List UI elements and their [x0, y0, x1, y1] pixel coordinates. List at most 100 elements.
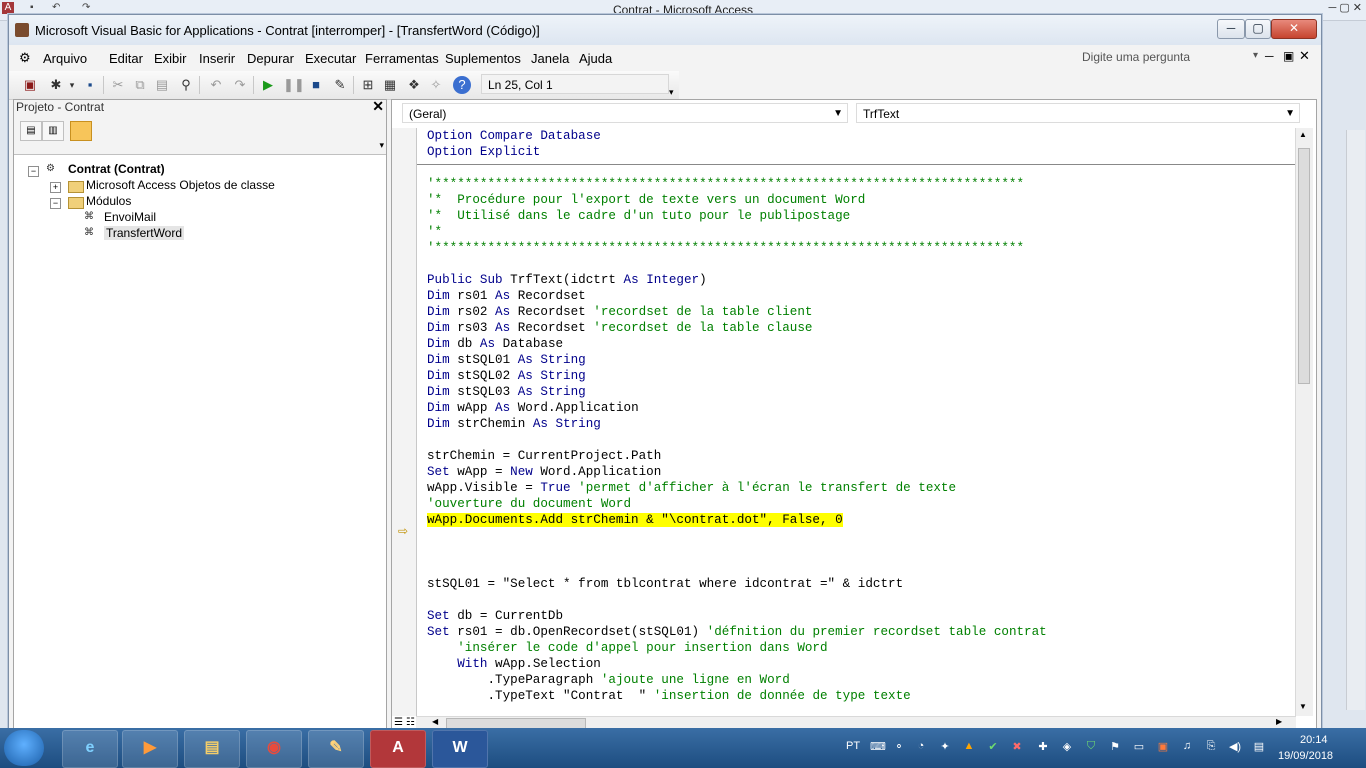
maximize-button[interactable]: ▢	[1245, 19, 1271, 39]
scroll-down-icon[interactable]: ▼	[1299, 702, 1307, 711]
run-icon[interactable]: ▶	[259, 76, 277, 94]
code-line[interactable]: '***************************************…	[427, 240, 1024, 256]
chevron-down-icon[interactable]: ▾	[1253, 50, 1258, 61]
code-line[interactable]: Set db = CurrentDb	[427, 608, 563, 624]
code-line[interactable]: .TypeParagraph 'ajoute une ligne en Word	[427, 672, 789, 688]
toolbar-options-icon[interactable]: ▾	[669, 87, 674, 98]
code-editor[interactable]: Option Compare Database Option Explicit '*…	[417, 128, 1295, 716]
menu-depurar[interactable]: Depurar	[247, 51, 294, 66]
expand-icon[interactable]: +	[50, 182, 61, 193]
copy-icon[interactable]: ⧉	[131, 76, 149, 94]
code-line[interactable]: Public Sub TrfText(idctrt As Integer)	[427, 272, 707, 288]
menu-suplementos[interactable]: Suplementos	[445, 51, 521, 66]
tray-app-icon[interactable]: ⚑	[1108, 740, 1122, 754]
module-view-icon[interactable]: ☷	[406, 717, 415, 728]
cut-icon[interactable]: ✂	[109, 76, 127, 94]
menu-inserir[interactable]: Inserir	[199, 51, 235, 66]
tray-app-icon[interactable]: ▭	[1132, 740, 1146, 754]
tray-app-icon[interactable]: ✚	[1036, 740, 1050, 754]
tray-app-icon[interactable]: ◈	[1060, 740, 1074, 754]
code-line[interactable]: Dim stSQL03 As String	[427, 384, 586, 400]
collapse-icon[interactable]: −	[28, 166, 39, 177]
code-line[interactable]: stSQL01 = "Select * from tblcontrat wher…	[427, 576, 903, 592]
collapse-icon[interactable]: −	[50, 198, 61, 209]
tray-app-icon[interactable]: ▤	[1252, 740, 1266, 754]
code-line[interactable]: Dim db As Database	[427, 336, 563, 352]
code-line[interactable]: .TypeText "Contrat " 'insertion de donné…	[427, 688, 910, 704]
menu-executar[interactable]: Executar	[305, 51, 356, 66]
toolbox-icon[interactable]: ✧	[427, 76, 445, 94]
code-line[interactable]: Option Explicit	[427, 144, 540, 160]
menu-janela[interactable]: Janela	[531, 51, 569, 66]
help-question-input[interactable]: Digite uma pergunta ▾	[1081, 49, 1261, 69]
code-line[interactable]: Dim rs03 As Recordset 'recordset de la t…	[427, 320, 812, 336]
scroll-up-icon[interactable]: ▲	[1299, 130, 1307, 139]
taskbar-media[interactable]: ▶	[122, 730, 178, 768]
save-icon[interactable]: ▪	[81, 76, 99, 94]
project-explorer-icon[interactable]: ⊞	[359, 76, 377, 94]
properties-icon[interactable]: ▦	[381, 76, 399, 94]
taskbar-word[interactable]: W	[432, 730, 488, 768]
view-access-icon[interactable]: ▣	[21, 76, 39, 94]
chevron-down-icon[interactable]: ▾	[63, 76, 81, 94]
taskbar-explorer[interactable]: ▤	[184, 730, 240, 768]
scroll-right-icon[interactable]: ▶	[1276, 717, 1282, 726]
tray-audio-app-icon[interactable]: ♫	[1180, 740, 1194, 754]
access-scrollbar[interactable]	[1346, 130, 1365, 710]
wifi-icon[interactable]: ◔	[914, 740, 928, 754]
taskbar-internet-explorer[interactable]: e	[62, 730, 118, 768]
start-button[interactable]	[4, 730, 44, 766]
volume-icon[interactable]: ◀)	[1228, 740, 1242, 754]
paste-icon[interactable]: ▤	[153, 76, 171, 94]
close-icon[interactable]: ✕	[372, 98, 384, 115]
code-line[interactable]: Option Compare Database	[427, 128, 601, 144]
code-line[interactable]: Dim stSQL01 As String	[427, 352, 586, 368]
code-line[interactable]: Set rs01 = db.OpenRecordset(stSQL01) 'dé…	[427, 624, 1047, 640]
tray-shield-icon[interactable]: ⛉	[1084, 740, 1098, 754]
tray-app-icon[interactable]: ▲	[962, 740, 976, 754]
chevron-down-icon[interactable]: ▼	[833, 104, 843, 124]
design-mode-icon[interactable]: ✎	[331, 76, 349, 94]
network-icon[interactable]: ⚬	[892, 740, 906, 754]
code-line[interactable]: 'ouverture du document Word	[427, 496, 631, 512]
child-close-icon[interactable]: ✕	[1299, 48, 1310, 64]
tray-app-icon[interactable]: ✖	[1010, 740, 1024, 754]
object-combo[interactable]: (Geral) ▼	[402, 103, 848, 123]
menu-arquivo[interactable]: Arquivo	[43, 51, 87, 66]
margin-indicator-bar[interactable]: ⇨	[392, 128, 417, 716]
access-window-controls[interactable]: ─ ▢ ✕	[1328, 1, 1362, 14]
menu-ferramentas[interactable]: Ferramentas	[365, 51, 439, 66]
code-line[interactable]: Dim stSQL02 As String	[427, 368, 586, 384]
tray-check-icon[interactable]: ✔	[986, 740, 1000, 754]
find-icon[interactable]: ⚲	[177, 76, 195, 94]
scroll-left-icon[interactable]: ◀	[432, 717, 438, 726]
redo-icon[interactable]: ↷	[231, 76, 249, 94]
taskbar-paint[interactable]: ✎	[308, 730, 364, 768]
view-code-icon[interactable]: ▤	[20, 121, 42, 141]
help-icon[interactable]: ?	[453, 76, 471, 94]
menu-ajuda[interactable]: Ajuda	[579, 51, 612, 66]
minimize-button[interactable]: ─	[1217, 19, 1245, 39]
procedure-view-icon[interactable]: ☰	[394, 717, 403, 728]
clock-date[interactable]: 19/09/2018	[1278, 750, 1333, 762]
stop-icon[interactable]: ■	[307, 76, 325, 94]
procedure-combo[interactable]: TrfText ▼	[856, 103, 1300, 123]
code-line[interactable]: '* Utilisé dans le cadre d'un tuto pour …	[427, 208, 850, 224]
child-restore-icon[interactable]: ▣	[1283, 49, 1294, 63]
vertical-scrollbar[interactable]: ▲ ▼	[1295, 128, 1313, 716]
code-line[interactable]: wApp.Visible = True 'permet d'afficher à…	[427, 480, 956, 496]
taskbar-chrome[interactable]: ◉	[246, 730, 302, 768]
tray-app-icon[interactable]: ✦	[938, 740, 952, 754]
vba-menu-icon[interactable]: ⚙	[19, 50, 31, 66]
code-line[interactable]: wApp.Documents.Add strChemin & "\contrat…	[427, 512, 843, 528]
tray-app-icon[interactable]: ▣	[1156, 740, 1170, 754]
menu-editar[interactable]: Editar	[109, 51, 143, 66]
code-line[interactable]: '* Procédure pour l'export de texte vers…	[427, 192, 865, 208]
menu-exibir[interactable]: Exibir	[154, 51, 187, 66]
object-browser-icon[interactable]: ❖	[405, 76, 423, 94]
undo-icon[interactable]: ↶	[207, 76, 225, 94]
view-object-icon[interactable]: ▥	[42, 121, 64, 141]
tray-device-icon[interactable]: ⎘	[1204, 740, 1218, 754]
close-button[interactable]: ✕	[1271, 19, 1317, 39]
code-line[interactable]: strChemin = CurrentProject.Path	[427, 448, 661, 464]
